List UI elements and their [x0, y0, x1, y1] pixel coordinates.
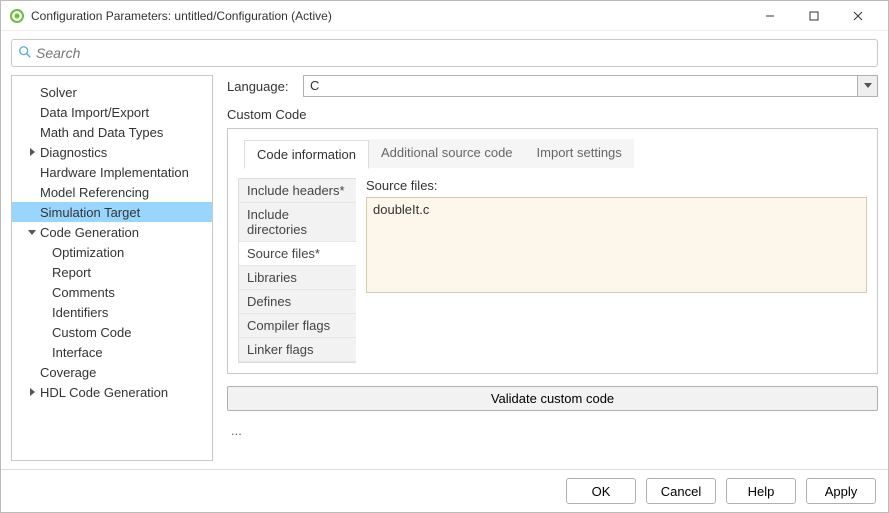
- tab-additional-source-code[interactable]: Additional source code: [369, 139, 525, 168]
- custom-code-box: Code informationAdditional source codeIm…: [227, 128, 878, 374]
- tree-item-label: HDL Code Generation: [40, 385, 168, 400]
- tree-item-data-import-export[interactable]: Data Import/Export: [12, 102, 212, 122]
- tree-item-label: Interface: [52, 345, 103, 360]
- custom-code-label: Custom Code: [227, 107, 878, 122]
- validate-custom-code-button[interactable]: Validate custom code: [227, 386, 878, 411]
- tree-item-coverage[interactable]: Coverage: [12, 362, 212, 382]
- tree-item-comments[interactable]: Comments: [12, 282, 212, 302]
- subtab-defines[interactable]: Defines: [239, 290, 356, 314]
- tree-item-label: Report: [52, 265, 91, 280]
- close-button[interactable]: [836, 2, 880, 30]
- tree-item-diagnostics[interactable]: Diagnostics: [12, 142, 212, 162]
- tree-item-report[interactable]: Report: [12, 262, 212, 282]
- ok-button[interactable]: OK: [566, 478, 636, 504]
- subtab-include-headers[interactable]: Include headers*: [239, 179, 356, 203]
- tree-item-interface[interactable]: Interface: [12, 342, 212, 362]
- tree-item-model-referencing[interactable]: Model Referencing: [12, 182, 212, 202]
- cancel-button[interactable]: Cancel: [646, 478, 716, 504]
- subtab-linker-flags[interactable]: Linker flags: [239, 338, 356, 362]
- tree-item-solver[interactable]: Solver: [12, 82, 212, 102]
- subtab-source-files[interactable]: Source files*: [239, 242, 356, 266]
- language-label: Language:: [227, 79, 303, 94]
- maximize-button[interactable]: [792, 2, 836, 30]
- language-select[interactable]: C: [303, 75, 878, 97]
- tree-item-simulation-target[interactable]: Simulation Target: [12, 202, 212, 222]
- language-value: C: [304, 76, 857, 96]
- tree-item-code-generation[interactable]: Code Generation: [12, 222, 212, 242]
- tree-item-hdl-code-generation[interactable]: HDL Code Generation: [12, 382, 212, 402]
- titlebar: Configuration Parameters: untitled/Confi…: [1, 1, 888, 31]
- source-files-textarea[interactable]: [366, 197, 867, 293]
- tree-item-optimization[interactable]: Optimization: [12, 242, 212, 262]
- tree-item-label: Data Import/Export: [40, 105, 149, 120]
- tree-item-label: Comments: [52, 285, 115, 300]
- subtab-compiler-flags[interactable]: Compiler flags: [239, 314, 356, 338]
- tree-item-custom-code[interactable]: Custom Code: [12, 322, 212, 342]
- tree-item-label: Diagnostics: [40, 145, 107, 160]
- tree-item-identifiers[interactable]: Identifiers: [12, 302, 212, 322]
- tree-item-label: Custom Code: [52, 325, 131, 340]
- tree-item-label: Model Referencing: [40, 185, 149, 200]
- subtab-include-directories[interactable]: Include directories: [239, 203, 356, 242]
- tree-item-label: Code Generation: [40, 225, 139, 240]
- search-input[interactable]: [36, 45, 871, 61]
- tree-item-label: Identifiers: [52, 305, 108, 320]
- app-icon: [9, 8, 25, 24]
- more-indicator: ...: [227, 423, 878, 438]
- minimize-button[interactable]: [748, 2, 792, 30]
- subtab-libraries[interactable]: Libraries: [239, 266, 356, 290]
- search-icon: [18, 45, 36, 62]
- source-files-label: Source files:: [366, 178, 867, 193]
- category-tree: Solver Data Import/Export Math and Data Ty…: [11, 75, 213, 461]
- apply-button[interactable]: Apply: [806, 478, 876, 504]
- search-box[interactable]: [11, 39, 878, 67]
- tree-item-label: Simulation Target: [40, 205, 140, 220]
- tree-item-label: Optimization: [52, 245, 124, 260]
- tab-code-information[interactable]: Code information: [244, 140, 369, 169]
- tab-import-settings[interactable]: Import settings: [525, 139, 634, 168]
- tree-item-label: Hardware Implementation: [40, 165, 189, 180]
- chevron-down-icon[interactable]: [857, 76, 877, 96]
- tree-item-hardware-implementation[interactable]: Hardware Implementation: [12, 162, 212, 182]
- dialog-footer: OK Cancel Help Apply: [1, 469, 888, 512]
- tree-item-label: Math and Data Types: [40, 125, 163, 140]
- tree-item-label: Solver: [40, 85, 77, 100]
- tree-item-math-and-data-types[interactable]: Math and Data Types: [12, 122, 212, 142]
- window-title: Configuration Parameters: untitled/Confi…: [31, 9, 748, 23]
- help-button[interactable]: Help: [726, 478, 796, 504]
- tree-item-label: Coverage: [40, 365, 96, 380]
